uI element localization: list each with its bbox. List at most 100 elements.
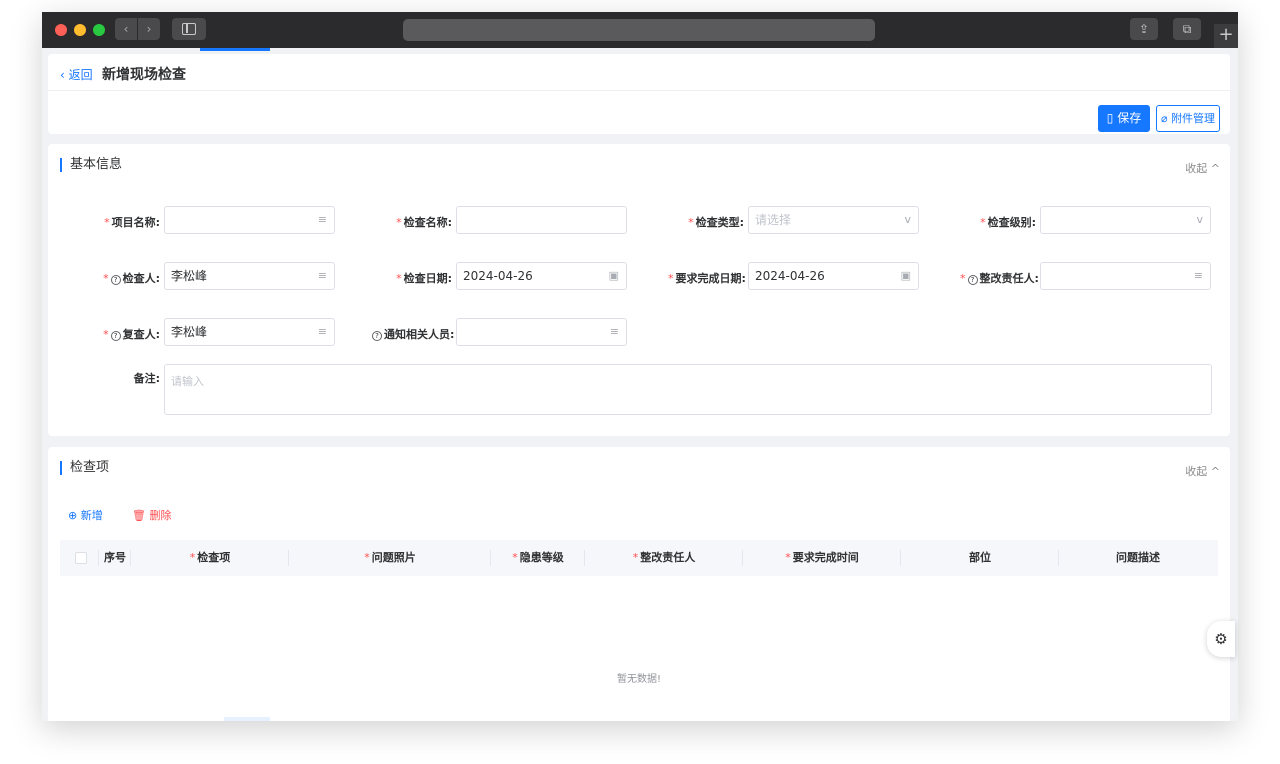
- basic-info-card: 基本信息 收起 ^ * 项目名称: ≡ * 检查名称: * 检查类型: 请选择 v * 检…: [48, 144, 1230, 436]
- check-date-picker[interactable]: 2024-04-26 ▣: [456, 262, 627, 290]
- column-divider: [130, 550, 131, 566]
- attachment-button[interactable]: ⌀ 附件管理: [1156, 105, 1220, 132]
- reviewer-label: *? 复查人:: [103, 328, 160, 341]
- check-name-label: * 检查名称:: [396, 216, 452, 229]
- reviewer-value: 李松峰: [171, 325, 208, 339]
- question-icon: ?: [110, 331, 121, 341]
- scroll-hint: [224, 717, 270, 721]
- rectifier-label: *? 整改责任人:: [960, 272, 1039, 285]
- filter-icon: ≡: [317, 213, 327, 226]
- chevron-down-icon: v: [1196, 213, 1203, 226]
- column-header-rectifier: * 整改责任人: [632, 551, 696, 564]
- inspector-select[interactable]: 李松峰 ≡: [164, 262, 335, 290]
- minimize-window-button[interactable]: [74, 24, 86, 36]
- check-date-value: 2024-04-26: [463, 269, 533, 283]
- chevron-up-icon: ^: [1210, 162, 1220, 175]
- chevron-right-icon[interactable]: ›: [138, 18, 160, 40]
- column-header-description: 问题描述: [1116, 551, 1160, 564]
- close-window-button[interactable]: [55, 24, 67, 36]
- inspection-items-card: 检查项 收起 ^ ⊕ 新增 🗑 删除 序号 * 检查项 * 问题照片 * 隐患等级 *…: [48, 447, 1230, 721]
- section-title: 检查项: [60, 461, 109, 475]
- add-item-button[interactable]: ⊕ 新增: [68, 507, 103, 523]
- check-type-label: * 检查类型:: [688, 216, 744, 229]
- back-label: 返回: [68, 68, 93, 82]
- column-divider: [900, 550, 901, 566]
- column-divider: [98, 550, 99, 566]
- filter-icon: ≡: [317, 325, 327, 338]
- table-header: 序号 * 检查项 * 问题照片 * 隐患等级 * 整改责任人 * 要求完成时间 部位 问题…: [60, 540, 1218, 576]
- column-divider: [1058, 550, 1059, 566]
- column-header-index: 序号: [104, 551, 126, 564]
- check-type-placeholder: 请选择: [755, 213, 792, 227]
- project-label: * 项目名称:: [104, 216, 160, 229]
- calendar-icon: ▣: [608, 269, 619, 282]
- browser-chrome: ‹ › ⇪ ⧉ +: [42, 12, 1238, 48]
- empty-state-text: 暂无数据!: [616, 674, 661, 685]
- page-header: ‹ 返回 新增现场检查 ▯ 保存 ⌀ 附件管理: [48, 54, 1230, 134]
- collapse-label: 收起: [1185, 162, 1208, 175]
- remark-textarea[interactable]: 请输入: [164, 364, 1212, 415]
- column-header-item: * 检查项: [189, 551, 231, 564]
- collapse-label: 收起: [1185, 465, 1208, 478]
- save-button[interactable]: ▯ 保存: [1098, 105, 1150, 132]
- column-header-location: 部位: [969, 551, 991, 564]
- column-header-level: * 隐患等级: [512, 551, 564, 564]
- check-name-input[interactable]: [456, 206, 627, 234]
- share-icon[interactable]: ⇪: [1130, 18, 1158, 40]
- check-date-label: * 检查日期:: [396, 272, 452, 285]
- column-divider: [742, 550, 743, 566]
- column-divider: [584, 550, 585, 566]
- chevron-left-icon[interactable]: ‹: [115, 18, 137, 40]
- notify-select[interactable]: ≡: [456, 318, 627, 346]
- collapse-toggle[interactable]: 收起 ^: [1185, 463, 1220, 479]
- chevron-down-icon: v: [904, 213, 911, 226]
- trash-icon: 🗑: [132, 509, 146, 522]
- select-all-checkbox[interactable]: [75, 552, 87, 564]
- attachment-label: 附件管理: [1171, 112, 1216, 125]
- section-title: 基本信息: [60, 158, 122, 172]
- column-divider: [490, 550, 491, 566]
- back-link[interactable]: ‹ 返回: [60, 66, 93, 83]
- paperclip-icon: ⌀: [1160, 112, 1168, 125]
- question-icon: ?: [967, 275, 978, 285]
- project-select[interactable]: ≡: [164, 206, 335, 234]
- new-tab-button[interactable]: +: [1214, 24, 1238, 48]
- collapse-toggle[interactable]: 收起 ^: [1185, 160, 1220, 176]
- plus-circle-icon: ⊕: [68, 509, 78, 522]
- save-icon: ▯: [1106, 111, 1114, 125]
- filter-icon: ≡: [317, 269, 327, 282]
- save-label: 保存: [1117, 111, 1142, 125]
- page-title: 新增现场检查: [102, 67, 186, 83]
- check-level-select[interactable]: v: [1040, 206, 1211, 234]
- filter-icon: ≡: [609, 325, 619, 338]
- sidebar-toggle-button[interactable]: [172, 18, 206, 40]
- remark-label: 备注:: [133, 372, 160, 385]
- due-date-picker[interactable]: 2024-04-26 ▣: [748, 262, 919, 290]
- reviewer-select[interactable]: 李松峰 ≡: [164, 318, 335, 346]
- question-icon: ?: [372, 331, 382, 341]
- due-date-label: * 要求完成日期:: [668, 272, 746, 285]
- inspector-label: *? 检查人:: [103, 272, 160, 285]
- chevron-up-icon: ^: [1210, 465, 1220, 478]
- check-level-label: * 检查级别:: [980, 216, 1036, 229]
- check-type-select[interactable]: 请选择 v: [748, 206, 919, 234]
- question-icon: ?: [110, 275, 121, 285]
- calendar-icon: ▣: [900, 269, 911, 282]
- notify-label: ? 通知相关人员:: [372, 326, 454, 342]
- zoom-window-button[interactable]: [93, 24, 105, 36]
- column-header-photo: * 问题照片: [364, 551, 416, 564]
- inspector-value: 李松峰: [171, 269, 208, 283]
- sidebar-icon: [182, 23, 196, 35]
- remark-placeholder: 请输入: [171, 375, 204, 388]
- column-divider: [288, 550, 289, 566]
- browser-window: ‹ › ⇪ ⧉ + ‹ 返回 新增现场检查 ▯ 保存 ⌀ 附件管理 基本信息 收…: [42, 12, 1238, 721]
- active-tab-indicator: [200, 48, 270, 51]
- rectifier-select[interactable]: ≡: [1040, 262, 1211, 290]
- address-bar[interactable]: [403, 19, 875, 41]
- column-header-due-time: * 要求完成时间: [785, 551, 859, 564]
- settings-sliders-icon[interactable]: ⚙: [1207, 621, 1235, 657]
- filter-icon: ≡: [1193, 269, 1203, 282]
- header-divider: [48, 90, 1230, 91]
- tabs-icon[interactable]: ⧉: [1173, 18, 1201, 40]
- delete-item-button[interactable]: 🗑 删除: [132, 507, 171, 523]
